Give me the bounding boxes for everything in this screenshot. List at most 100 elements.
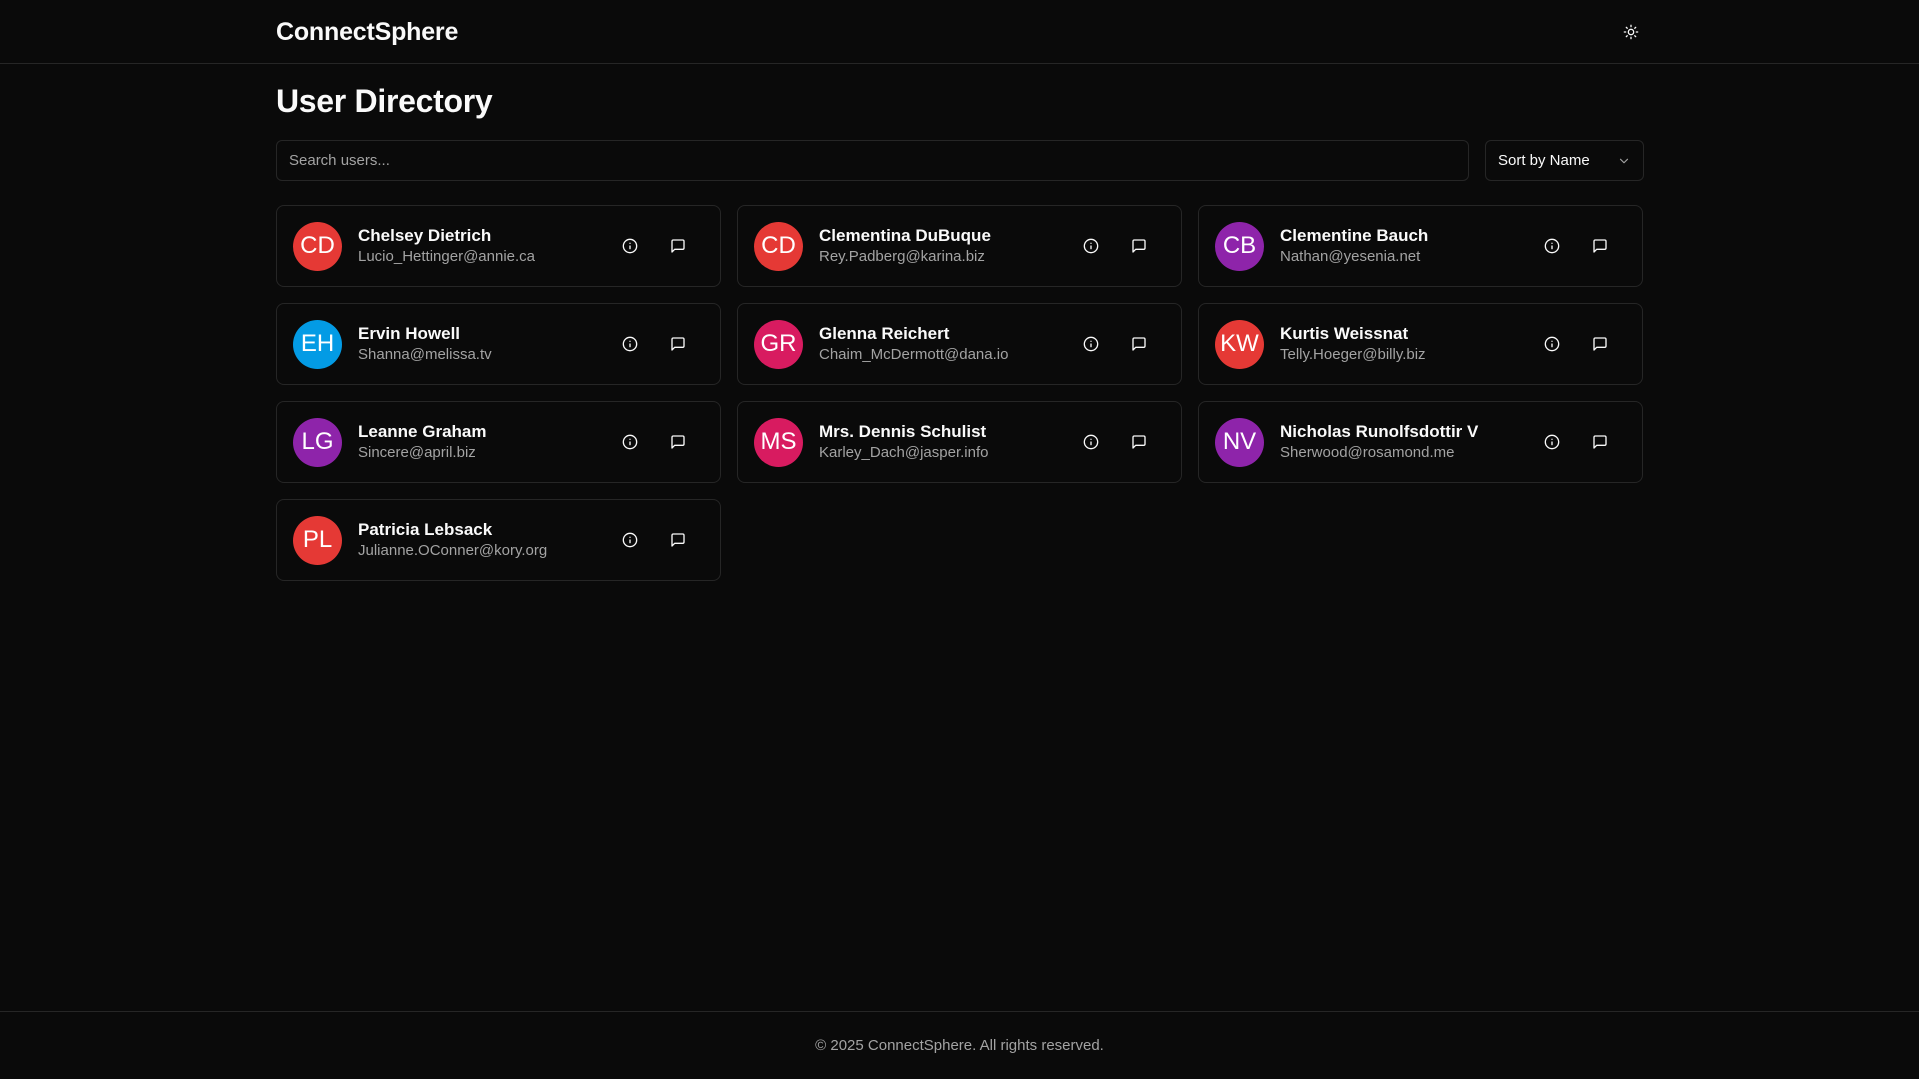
avatar: NV — [1215, 417, 1264, 467]
user-info-button[interactable] — [612, 228, 648, 264]
user-name: Chelsey Dietrich — [358, 226, 492, 245]
message-user-button[interactable] — [1121, 424, 1157, 460]
user-email: Telly.Hoeger@billy.biz — [1280, 346, 1426, 363]
info-icon — [622, 434, 638, 450]
user-info-button[interactable] — [1073, 326, 1109, 362]
sun-icon — [1623, 24, 1639, 40]
user-email: Lucio_Hettinger@annie.ca — [358, 248, 536, 265]
user-info: Mrs. Dennis Schulist Karley_Dach@jasper.… — [819, 421, 1073, 463]
header-inner: ConnectSphere — [276, 0, 1643, 64]
card-actions — [1534, 326, 1618, 362]
message-user-button[interactable] — [660, 424, 696, 460]
user-info-button[interactable] — [612, 424, 648, 460]
card-actions — [612, 326, 696, 362]
user-email: Julianne.OConner@kory.org — [358, 542, 548, 559]
card-actions — [612, 522, 696, 558]
message-user-button[interactable] — [660, 228, 696, 264]
user-name: Nicholas Runolfsdottir V — [1280, 422, 1479, 441]
user-name: Glenna Reichert — [819, 324, 950, 343]
chevron-down-icon — [1619, 158, 1629, 163]
directory-controls: Sort by Name — [276, 140, 1644, 181]
search-input[interactable] — [276, 140, 1469, 181]
message-user-button[interactable] — [1582, 424, 1618, 460]
message-icon — [1132, 239, 1146, 253]
user-info-button[interactable] — [1073, 424, 1109, 460]
message-icon — [1593, 337, 1607, 351]
user-info: Leanne Graham Sincere@april.biz — [358, 421, 612, 463]
user-email: Shanna@melissa.tv — [358, 346, 492, 363]
message-user-button[interactable] — [660, 326, 696, 362]
user-card[interactable]: CB Clementine Bauch Nathan@yesenia.net — [1198, 205, 1643, 287]
avatar: CD — [754, 221, 803, 271]
sort-select[interactable]: Sort by Name — [1485, 140, 1644, 181]
page-footer: © 2025 ConnectSphere. All rights reserve… — [0, 1011, 1919, 1079]
message-icon — [1132, 337, 1146, 351]
user-card[interactable]: CD Chelsey Dietrich Lucio_Hettinger@anni… — [276, 205, 721, 287]
info-icon — [1544, 336, 1560, 352]
message-icon — [671, 533, 685, 547]
user-name: Clementine Bauch — [1280, 226, 1429, 245]
message-icon — [1593, 239, 1607, 253]
user-email: Sincere@april.biz — [358, 444, 476, 461]
page-title: User Directory — [276, 83, 493, 119]
main-content: User Directory Sort by Name CD Chelsey D… — [276, 64, 1644, 581]
user-card[interactable]: LG Leanne Graham Sincere@april.biz — [276, 401, 721, 483]
avatar: EH — [293, 319, 342, 369]
card-actions — [612, 228, 696, 264]
user-email: Rey.Padberg@karina.biz — [819, 248, 985, 265]
user-email: Sherwood@rosamond.me — [1280, 444, 1455, 461]
card-actions — [1073, 228, 1157, 264]
user-email: Chaim_McDermott@dana.io — [819, 346, 1009, 363]
message-user-button[interactable] — [660, 522, 696, 558]
avatar: CD — [293, 221, 342, 271]
info-icon — [1544, 238, 1560, 254]
user-info-button[interactable] — [1534, 228, 1570, 264]
avatar: PL — [293, 515, 342, 565]
avatar: CB — [1215, 221, 1264, 271]
user-card[interactable]: PL Patricia Lebsack Julianne.OConner@kor… — [276, 499, 721, 581]
info-icon — [1083, 434, 1099, 450]
card-actions — [612, 424, 696, 460]
user-name: Kurtis Weissnat — [1280, 324, 1409, 343]
user-card[interactable]: MS Mrs. Dennis Schulist Karley_Dach@jasp… — [737, 401, 1182, 483]
message-user-button[interactable] — [1121, 228, 1157, 264]
brand-logo[interactable]: ConnectSphere — [276, 18, 458, 47]
card-actions — [1534, 424, 1618, 460]
user-card[interactable]: EH Ervin Howell Shanna@melissa.tv — [276, 303, 721, 385]
info-icon — [622, 238, 638, 254]
user-info: Ervin Howell Shanna@melissa.tv — [358, 323, 612, 365]
user-info: Clementina DuBuque Rey.Padberg@karina.bi… — [819, 225, 1073, 267]
user-info-button[interactable] — [612, 522, 648, 558]
message-user-button[interactable] — [1121, 326, 1157, 362]
user-grid: CD Chelsey Dietrich Lucio_Hettinger@anni… — [276, 205, 1644, 581]
app-header: ConnectSphere — [0, 0, 1919, 64]
info-icon — [1083, 336, 1099, 352]
user-email: Nathan@yesenia.net — [1280, 248, 1421, 265]
message-user-button[interactable] — [1582, 326, 1618, 362]
user-name: Clementina DuBuque — [819, 226, 991, 245]
user-info-button[interactable] — [1534, 424, 1570, 460]
message-icon — [671, 337, 685, 351]
user-card[interactable]: CD Clementina DuBuque Rey.Padberg@karina… — [737, 205, 1182, 287]
message-user-button[interactable] — [1582, 228, 1618, 264]
avatar: KW — [1215, 319, 1264, 369]
message-icon — [671, 239, 685, 253]
info-icon — [622, 532, 638, 548]
theme-toggle-button[interactable] — [1613, 14, 1649, 50]
user-info: Glenna Reichert Chaim_McDermott@dana.io — [819, 323, 1073, 365]
card-actions — [1073, 326, 1157, 362]
user-name: Ervin Howell — [358, 324, 461, 343]
user-info-button[interactable] — [1534, 326, 1570, 362]
user-name: Mrs. Dennis Schulist — [819, 422, 987, 441]
user-info-button[interactable] — [1073, 228, 1109, 264]
avatar: GR — [754, 319, 803, 369]
info-icon — [622, 336, 638, 352]
card-actions — [1073, 424, 1157, 460]
user-info-button[interactable] — [612, 326, 648, 362]
user-card[interactable]: KW Kurtis Weissnat Telly.Hoeger@billy.bi… — [1198, 303, 1643, 385]
user-card[interactable]: NV Nicholas Runolfsdottir V Sherwood@ros… — [1198, 401, 1643, 483]
user-info: Patricia Lebsack Julianne.OConner@kory.o… — [358, 519, 612, 561]
user-card[interactable]: GR Glenna Reichert Chaim_McDermott@dana.… — [737, 303, 1182, 385]
user-email: Karley_Dach@jasper.info — [819, 444, 989, 461]
user-info: Kurtis Weissnat Telly.Hoeger@billy.biz — [1280, 323, 1534, 365]
